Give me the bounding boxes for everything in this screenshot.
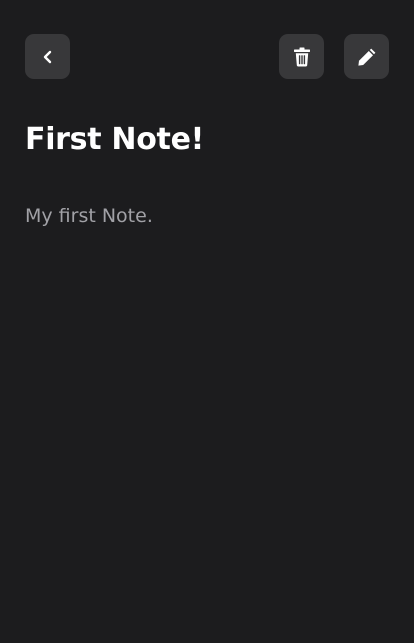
note-detail-screen: First Note! My first Note. <box>0 0 414 643</box>
trash-icon <box>293 47 310 66</box>
back-button[interactable] <box>25 34 70 79</box>
chevron-left-icon <box>43 50 51 63</box>
edit-button[interactable] <box>344 34 389 79</box>
note-title: First Note! <box>25 122 204 157</box>
note-body: My first Note. <box>25 205 153 227</box>
delete-button[interactable] <box>279 34 324 79</box>
pencil-icon <box>357 48 375 66</box>
